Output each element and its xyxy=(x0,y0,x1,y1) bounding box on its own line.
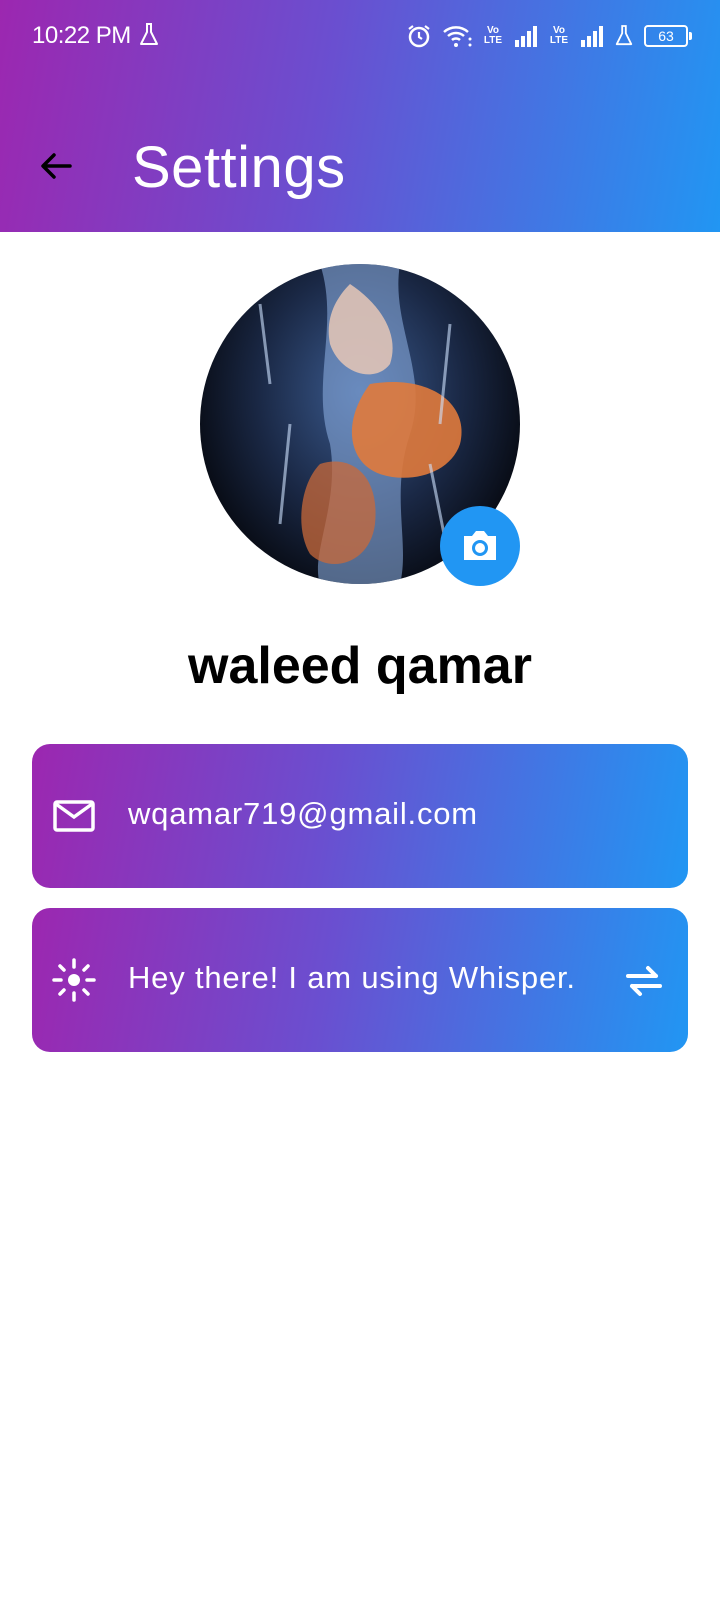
arrow-back-icon[interactable] xyxy=(32,142,80,190)
status-bar: 10:22 PM Vo LTE Vo LTE 63 xyxy=(0,0,720,72)
lab-icon xyxy=(615,25,633,46)
app-bar: 10:22 PM Vo LTE Vo LTE 63 Settings xyxy=(0,0,720,232)
status-time: 10:22 PM xyxy=(32,22,131,49)
lab-icon xyxy=(140,23,158,45)
mail-icon xyxy=(53,800,95,832)
alarm-icon xyxy=(408,25,430,48)
camera-icon xyxy=(464,531,496,560)
volte-label: Vo LTE xyxy=(483,25,503,46)
signal-icon xyxy=(581,26,603,47)
user-name: waleed qamar xyxy=(188,637,532,695)
sun-icon xyxy=(52,958,96,1002)
status-icons: Vo LTE Vo LTE 63 xyxy=(406,22,692,50)
signal-icon xyxy=(515,26,537,47)
swap-icon[interactable] xyxy=(620,956,668,1004)
volte-label: Vo LTE xyxy=(549,25,569,46)
status-text: Hey there! I am using Whisper. xyxy=(128,960,576,995)
page-title: Settings xyxy=(132,135,346,200)
wifi-icon xyxy=(443,26,472,47)
email-card[interactable]: wqamar719@gmail.com xyxy=(32,744,688,888)
status-card[interactable]: Hey there! I am using Whisper. xyxy=(32,908,688,1052)
change-photo-button[interactable] xyxy=(440,506,520,586)
battery-icon: 63 xyxy=(644,25,692,47)
email-text: wqamar719@gmail.com xyxy=(128,796,478,831)
